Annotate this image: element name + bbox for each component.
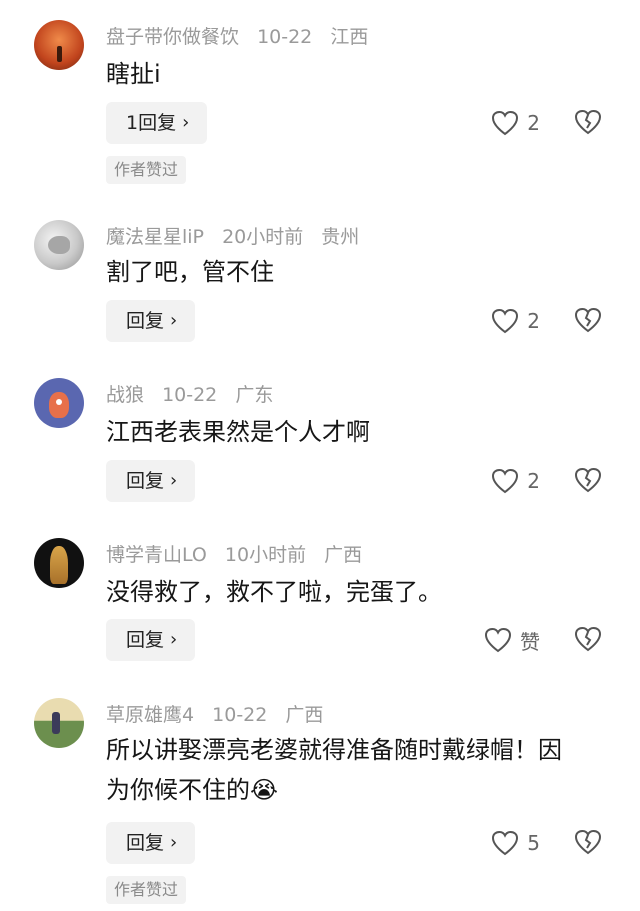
comment-date: 10-22 xyxy=(162,384,218,406)
reply-button[interactable]: 回复 › xyxy=(106,300,196,342)
dislike-button[interactable] xyxy=(574,467,602,495)
author-liked-badge: 作者赞过 xyxy=(106,156,187,184)
broken-heart-icon xyxy=(574,626,602,652)
comment-date: 10-22 xyxy=(212,704,268,726)
chevron-right-icon: › xyxy=(170,470,178,491)
chevron-right-icon: › xyxy=(170,832,178,853)
avatar[interactable] xyxy=(34,220,84,270)
reply-button[interactable]: 1回复 › xyxy=(106,102,208,144)
broken-heart-icon xyxy=(574,829,602,855)
comment-meta: 草原雄鹰4 10-22 广西 xyxy=(106,700,335,727)
comment-location: 广西 xyxy=(285,704,324,726)
reply-label: 回复 xyxy=(126,310,165,332)
comment-text-body: 所以讲娶漂亮老婆就得准备随时戴绿帽！因为你候不住的 xyxy=(106,736,562,804)
heart-icon xyxy=(492,110,519,136)
reply-label: 回复 xyxy=(126,629,165,651)
dislike-button[interactable] xyxy=(574,829,602,857)
heart-icon xyxy=(492,830,519,856)
avatar[interactable] xyxy=(34,378,84,428)
comment-item: 博学青山LO 10小时前 广西 没得救了，救不了啦，完蛋了。 回复 › 赞 xyxy=(0,520,640,680)
comment-item: 战狼 10-22 广东 江西老表果然是个人才啊 回复 › 2 xyxy=(0,360,640,520)
avatar-figure xyxy=(48,236,70,254)
comment-location: 贵州 xyxy=(321,226,360,248)
heart-icon xyxy=(492,308,519,334)
crying-emoji-icon: 😭 xyxy=(250,776,279,804)
comment-text: 割了吧，管不住 xyxy=(106,258,274,286)
comment-date: 10-22 xyxy=(257,26,313,48)
heart-icon xyxy=(484,627,512,653)
like-count: 2 xyxy=(527,111,540,135)
like-label: 赞 xyxy=(520,629,540,654)
dislike-button[interactable] xyxy=(574,307,602,335)
comment-text: 没得救了，救不了啦，完蛋了。 xyxy=(106,578,442,606)
comment-location: 广西 xyxy=(324,544,363,566)
avatar-figure xyxy=(49,392,69,418)
comment-date: 10小时前 xyxy=(224,544,307,566)
avatar-figure xyxy=(50,546,68,584)
like-count: 2 xyxy=(527,469,540,493)
author-liked-badge: 作者赞过 xyxy=(106,876,187,904)
username[interactable]: 战狼 xyxy=(106,384,144,406)
dislike-button[interactable] xyxy=(574,109,602,137)
comment-meta: 博学青山LO 10小时前 广西 xyxy=(106,540,374,567)
comment-item: 魔法星星liP 20小时前 贵州 割了吧，管不住 回复 › 2 xyxy=(0,200,640,360)
chevron-right-icon: › xyxy=(170,629,178,650)
comment-meta: 盘子带你做餐饮 10-22 江西 xyxy=(106,22,380,49)
comment-meta: 魔法星星liP 20小时前 贵州 xyxy=(106,222,371,249)
comment-item: 草原雄鹰4 10-22 广西 所以讲娶漂亮老婆就得准备随时戴绿帽！因为你候不住的… xyxy=(0,680,640,911)
broken-heart-icon xyxy=(574,109,602,135)
username[interactable]: 博学青山LO xyxy=(106,544,207,566)
avatar-figure xyxy=(57,46,62,62)
avatar[interactable] xyxy=(34,538,84,588)
like-button[interactable]: 2 xyxy=(491,108,540,138)
reply-button[interactable]: 回复 › xyxy=(106,619,196,661)
reply-label: 回复 xyxy=(126,470,165,492)
username[interactable]: 魔法星星liP xyxy=(106,226,204,248)
comment-text: 所以讲娶漂亮老婆就得准备随时戴绿帽！因为你候不住的😭 xyxy=(106,730,566,810)
heart-icon xyxy=(492,468,519,494)
avatar-figure xyxy=(52,712,60,734)
broken-heart-icon xyxy=(574,467,602,493)
comment-text: 江西老表果然是个人才啊 xyxy=(106,418,370,446)
like-button[interactable]: 5 xyxy=(491,828,540,858)
comment-location: 广东 xyxy=(235,384,274,406)
like-count: 5 xyxy=(527,831,540,855)
username[interactable]: 草原雄鹰4 xyxy=(106,704,194,726)
like-button[interactable]: 赞 xyxy=(484,625,540,655)
comment-date: 20小时前 xyxy=(222,226,304,248)
username[interactable]: 盘子带你做餐饮 xyxy=(106,26,239,48)
comment-location: 江西 xyxy=(330,26,369,48)
comment-meta: 战狼 10-22 广东 xyxy=(106,380,285,407)
comment-item: 盘子带你做餐饮 10-22 江西 瞎扯i 1回复 › 2 作者赞过 xyxy=(0,0,640,200)
like-button[interactable]: 2 xyxy=(491,466,540,496)
avatar-eye xyxy=(56,399,62,405)
reply-button[interactable]: 回复 › xyxy=(106,822,196,864)
chevron-right-icon: › xyxy=(170,310,178,331)
like-button[interactable]: 2 xyxy=(491,306,540,336)
reply-label: 回复 xyxy=(126,832,165,854)
comment-text: 瞎扯i xyxy=(106,60,161,88)
reply-button[interactable]: 回复 › xyxy=(106,460,196,502)
avatar[interactable] xyxy=(34,698,84,748)
reply-label: 1回复 xyxy=(126,112,177,134)
chevron-right-icon: › xyxy=(182,112,190,133)
like-count: 2 xyxy=(527,309,540,333)
broken-heart-icon xyxy=(574,307,602,333)
dislike-button[interactable] xyxy=(574,626,602,654)
avatar[interactable] xyxy=(34,20,84,70)
